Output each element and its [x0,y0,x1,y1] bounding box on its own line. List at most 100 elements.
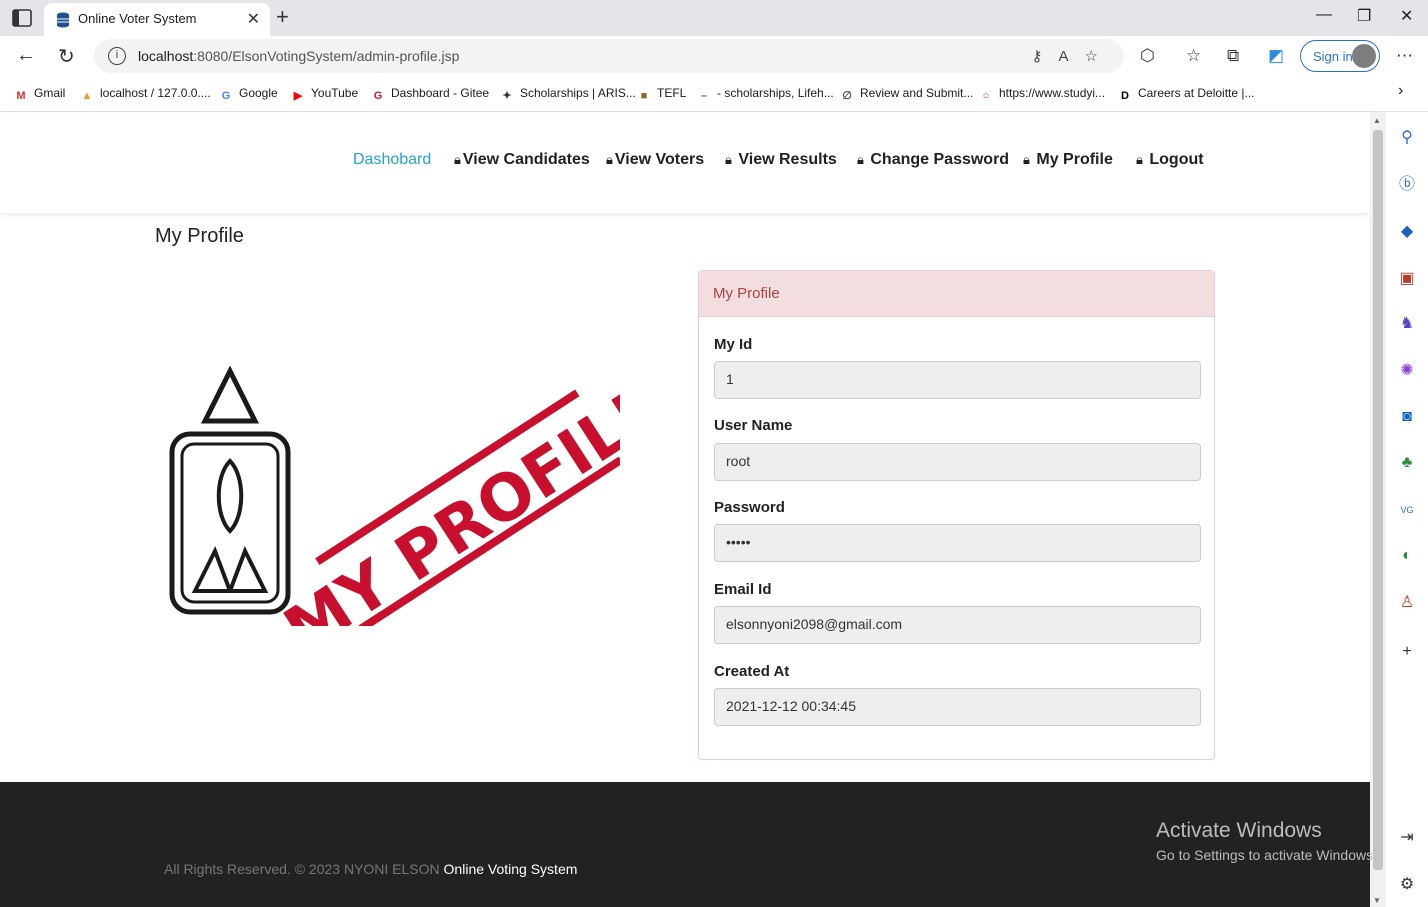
bookmark-item[interactable]: G Dashboard - Gitee [371,86,489,103]
bookmark-item[interactable]: ■ TEFL [637,86,687,103]
scroll-up-icon[interactable]: ▲ [1373,116,1381,125]
bing-icon[interactable]: ⓑ [1397,175,1417,195]
bookmark-item[interactable]: D Careers at Deloitte |... [1118,86,1255,103]
avatar [1352,44,1376,68]
page-title: My Profile [155,225,244,247]
tools-briefcase-icon[interactable]: ▣ [1397,269,1417,289]
created-at-field[interactable]: 2021-12-12 00:34:45 [714,688,1201,726]
nav-logout[interactable]: 🔒︎ Logout [1136,151,1204,169]
youtube-icon: ▶ [293,90,303,102]
bookmarks-overflow-icon[interactable]: › [1398,82,1403,100]
nav-view-candidates[interactable]: 🔒︎ View Candidates [454,151,590,169]
user-name-label: User Name [714,417,793,434]
tree-icon[interactable]: ♣ [1397,453,1417,473]
new-tab-icon[interactable]: + [276,4,289,30]
bookmark-item[interactable]: ✦ Scholarships | ARIS... [500,86,636,103]
bookmark-label: Google [239,86,278,100]
nav-view-voters[interactable]: 🔒︎ View Voters [606,151,704,169]
lock-icon: 🔒︎ [857,152,864,167]
tab-actions-icon[interactable] [12,9,32,27]
profile-card-header: My Profile [699,271,1214,317]
address-bar[interactable]: i localhost:8080/ElsonVotingSystem/admin… [94,39,1124,73]
nav-change-password[interactable]: 🔒︎ Change Password [857,151,1009,169]
hide-sidebar-icon[interactable]: ⇥ [1397,828,1417,848]
gitee-icon: G [373,90,383,102]
scroll-down-icon[interactable]: ▼ [1373,896,1381,905]
minimize-icon[interactable]: — [1316,6,1332,24]
browser-tab-bar: Online Voter System ✕ + — ❐ ✕ [0,0,1428,36]
bookmarks-bar: M Gmail ▲ localhost / 127.0.0.... G Google ▶ Yo… [0,76,1428,112]
lock-icon: 🔒︎ [1136,152,1143,167]
search-icon[interactable]: ⚲ [1397,128,1417,148]
restore-icon[interactable]: ❐ [1357,6,1371,26]
c-app-icon[interactable]: ◐ [1397,546,1417,566]
nav-view-results[interactable]: 🔒︎ View Results [725,151,837,169]
user-name-field[interactable]: root [714,443,1201,481]
created-at-label: Created At [714,663,790,680]
footer-brand-link[interactable]: Online Voting System [444,861,578,877]
my-profile-illustration: MY PROFILE [169,366,620,626]
vg-app-icon[interactable]: VG [1397,500,1417,520]
bookmark-label: Careers at Deloitte |... [1138,86,1255,100]
bookmark-label: - scholarships, Lifeh... [717,86,834,100]
favorites-icon[interactable]: ☆ [1186,46,1201,66]
bookmark-label: YouTube [311,86,359,100]
scrollbar-thumb[interactable] [1373,130,1383,870]
deloitte-icon: D [1121,90,1129,102]
bookmark-item[interactable]: M Gmail [14,86,65,103]
bookmark-label: Gmail [34,86,66,100]
profile-tag-icon [169,366,291,615]
web-page: Dashobard 🔒︎ View Candidates 🔒︎ View Voter… [0,113,1370,907]
gmail-icon: M [16,90,26,102]
review-icon: ∅ [842,90,852,102]
bookmark-item[interactable]: ∅ Review and Submit... [840,86,973,103]
bookmark-item[interactable]: ○ https://www.studyi... [979,86,1105,103]
aris-icon: ✦ [502,90,512,102]
nav-my-profile[interactable]: 🔒︎ My Profile [1023,151,1113,169]
figure-app-icon[interactable]: ♙ [1397,593,1417,613]
settings-gear-icon[interactable]: ⚙ [1397,875,1417,895]
watermark-title: Activate Windows [1156,819,1322,842]
nav-dashboard[interactable]: Dashobard [353,151,431,169]
google-icon: G [221,90,231,102]
lock-icon: 🔒︎ [606,152,613,167]
bookmark-item[interactable]: G Google [219,86,278,103]
bookmark-label: Dashboard - Gitee [391,86,490,100]
password-label: Password [714,499,785,516]
studyin-icon: ○ [982,90,990,102]
copilot-icon[interactable]: ✺ [1397,361,1417,381]
more-menu-icon[interactable]: ⋯ [1396,46,1413,66]
bookmark-item[interactable]: – - scholarships, Lifeh... [697,86,834,103]
url-text[interactable]: localhost:8080/ElsonVotingSystem/admin-p… [138,48,459,64]
outlook-icon[interactable]: ◙ [1397,407,1417,427]
bookmark-item[interactable]: ▶ YouTube [291,86,358,103]
email-id-field[interactable]: elsonnyoni2098@gmail.com [714,606,1201,644]
refresh-icon[interactable]: ↻ [58,44,75,69]
lock-icon: 🔒︎ [725,152,732,167]
bookmark-label: https://www.studyi... [999,86,1106,100]
address-actions[interactable]: ⚷A☆ [1032,47,1114,65]
phpmyadmin-icon: ▲ [81,90,93,102]
games-icon[interactable]: ♞ [1397,314,1417,334]
window-close-icon[interactable]: ✕ [1400,6,1413,26]
collections-icon[interactable]: ⧉ [1227,46,1239,66]
tab-close-icon[interactable]: ✕ [247,9,260,29]
back-icon[interactable]: ← [16,44,36,67]
edge-bar-icon[interactable]: ◩ [1268,46,1284,66]
email-id-label: Email Id [714,581,772,598]
add-sidebar-icon[interactable]: + [1397,642,1417,662]
extensions-icon[interactable]: ⬡ [1140,46,1155,66]
my-id-label: My Id [714,336,753,353]
tab-online-voter-system[interactable]: Online Voter System ✕ [44,3,270,36]
bookmark-item[interactable]: ▲ localhost / 127.0.0.... [80,86,211,103]
my-id-field[interactable]: 1 [714,361,1201,399]
shopping-tag-icon[interactable]: ◆ [1397,222,1417,242]
page-scrollbar[interactable]: ▲ ▼ [1370,112,1386,907]
sign-in-button[interactable]: Sign in [1300,40,1380,72]
top-navigation: Dashobard 🔒︎ View Candidates 🔒︎ View Voter… [0,113,1370,213]
bookmark-label: localhost / 127.0.0.... [100,86,211,100]
password-field[interactable]: ••••• [714,524,1201,562]
site-info-icon[interactable]: i [108,47,126,65]
bookmark-label: Scholarships | ARIS... [520,86,636,100]
bookmark-label: Review and Submit... [860,86,974,100]
